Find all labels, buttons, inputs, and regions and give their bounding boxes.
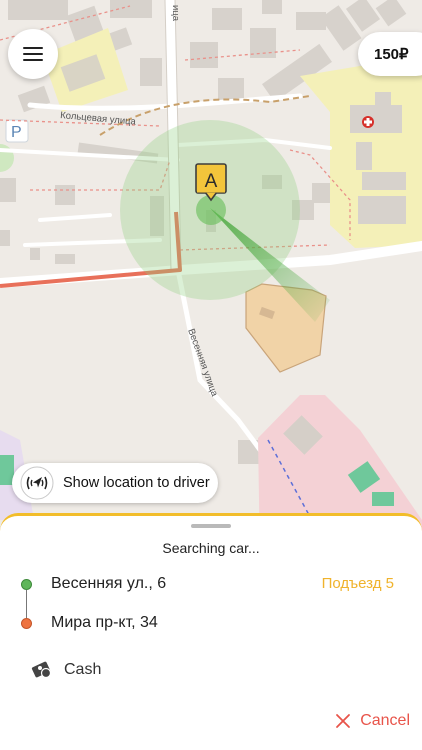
- entrance-link[interactable]: Подъезд 5: [322, 575, 394, 592]
- street-label: ица: [170, 5, 181, 22]
- route-connector: [26, 590, 27, 618]
- location-broadcast-icon: [20, 466, 54, 500]
- search-status: Searching car...: [162, 540, 260, 556]
- pin-label: A: [205, 171, 218, 192]
- destination-address[interactable]: Мира пр-кт, 34: [51, 614, 158, 632]
- cancel-button[interactable]: Cancel: [335, 712, 410, 730]
- menu-button[interactable]: [8, 29, 58, 79]
- show-location-button[interactable]: Show location to driver: [12, 463, 218, 503]
- price-badge[interactable]: 150₽: [358, 32, 422, 76]
- origin-dot-icon: [21, 579, 32, 590]
- payment-method[interactable]: Cash: [30, 660, 101, 680]
- price-label: 150₽: [374, 46, 409, 63]
- hamburger-icon: [23, 47, 43, 61]
- close-icon: [336, 714, 351, 728]
- destination-dot-icon: [21, 618, 32, 629]
- cancel-label: Cancel: [360, 712, 410, 729]
- cash-icon: [31, 661, 52, 679]
- parking-icon: P: [11, 124, 22, 141]
- order-sheet: Searching car... Весенняя ул., 6 Подъезд…: [0, 513, 422, 750]
- show-location-label: Show location to driver: [63, 475, 210, 491]
- origin-address[interactable]: Весенняя ул., 6: [51, 575, 166, 593]
- sheet-grabber[interactable]: [191, 524, 231, 528]
- payment-label: Cash: [64, 661, 102, 678]
